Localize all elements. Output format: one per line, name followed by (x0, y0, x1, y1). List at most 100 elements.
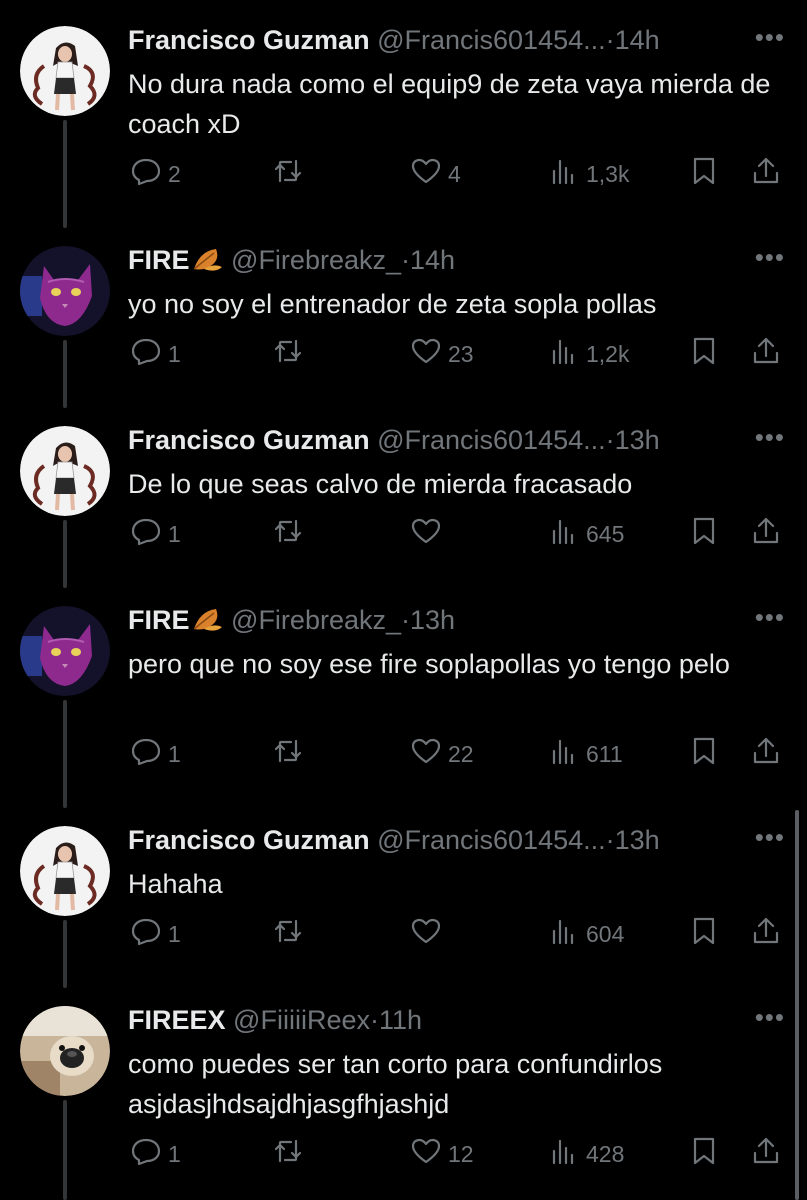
avatar[interactable] (20, 826, 110, 916)
views-count: 1,2k (586, 340, 630, 367)
views-count: 611 (586, 740, 623, 767)
user-handle[interactable]: @Firebreakz_ (231, 245, 401, 275)
reply-count: 1 (168, 520, 181, 547)
bookmark-icon (688, 515, 720, 553)
bookmark-button[interactable] (688, 334, 720, 374)
display-name[interactable]: Francisco Guzman (128, 25, 370, 55)
like-button[interactable] (410, 514, 448, 554)
heart-icon (410, 155, 442, 193)
reply-icon (130, 735, 162, 773)
bookmark-button[interactable] (688, 734, 720, 774)
timestamp[interactable]: 14h (410, 245, 455, 275)
bookmark-icon (688, 1135, 720, 1173)
reply-button[interactable]: 1 (130, 734, 181, 774)
fallen-leaf-emoji (193, 249, 222, 271)
views-button[interactable]: 1,2k (548, 334, 629, 374)
like-button[interactable]: 12 (410, 1134, 474, 1174)
tweet-header: Francisco Guzman @Francis601454...·14h (128, 20, 737, 60)
display-name[interactable]: FIREEX (128, 1005, 226, 1035)
heart-icon (410, 735, 442, 773)
tweet-header: FIRE @Firebreakz_·14h (128, 240, 737, 280)
more-options-icon[interactable]: ••• (755, 822, 785, 852)
user-handle[interactable]: @Firebreakz_ (231, 605, 401, 635)
retweet-button[interactable] (272, 734, 310, 774)
reply-button[interactable]: 1 (130, 334, 181, 374)
bookmark-icon (688, 155, 720, 193)
avatar[interactable] (20, 606, 110, 696)
like-button[interactable]: 4 (410, 154, 461, 194)
views-icon (548, 915, 580, 953)
avatar[interactable] (20, 1006, 110, 1096)
views-icon (548, 335, 580, 373)
display-name[interactable]: FIRE (128, 245, 190, 275)
share-icon (750, 335, 782, 373)
retweet-button[interactable] (272, 334, 310, 374)
share-button[interactable] (750, 734, 782, 774)
views-button[interactable]: 428 (548, 1134, 624, 1174)
share-button[interactable] (750, 334, 782, 374)
views-button[interactable]: 604 (548, 914, 624, 954)
timestamp[interactable]: 13h (615, 425, 660, 455)
retweet-button[interactable] (272, 914, 310, 954)
more-options-icon[interactable]: ••• (755, 602, 785, 632)
reply-button[interactable]: 1 (130, 514, 181, 554)
bookmark-icon (688, 915, 720, 953)
tweet-header: FIREEX @FiiiiiReex·11h (128, 1000, 737, 1040)
timestamp[interactable]: 11h (379, 1005, 422, 1035)
timestamp[interactable]: 13h (615, 825, 660, 855)
more-options-icon[interactable]: ••• (755, 422, 785, 452)
share-button[interactable] (750, 154, 782, 194)
separator-dot: · (605, 25, 615, 55)
separator-dot: · (605, 825, 615, 855)
bookmark-button[interactable] (688, 914, 720, 954)
tweet-text: yo no soy el entrenador de zeta sopla po… (128, 289, 657, 319)
more-options-icon[interactable]: ••• (755, 1002, 785, 1032)
retweet-button[interactable] (272, 1134, 310, 1174)
views-button[interactable]: 645 (548, 514, 624, 554)
avatar[interactable] (20, 246, 110, 336)
like-button[interactable] (410, 914, 448, 954)
bookmark-button[interactable] (688, 514, 720, 554)
avatar[interactable] (20, 426, 110, 516)
like-button[interactable]: 22 (410, 734, 474, 774)
views-button[interactable]: 611 (548, 734, 623, 774)
like-button[interactable]: 23 (410, 334, 474, 374)
bookmark-button[interactable] (688, 1134, 720, 1174)
retweet-button[interactable] (272, 514, 310, 554)
more-options-icon[interactable]: ••• (755, 22, 785, 52)
views-count: 604 (586, 920, 625, 947)
user-handle[interactable]: @Francis601454... (377, 825, 606, 855)
reply-icon (130, 155, 162, 193)
heart-icon (410, 915, 442, 953)
avatar[interactable] (20, 26, 110, 116)
views-icon (548, 515, 580, 553)
share-button[interactable] (750, 914, 782, 954)
share-button[interactable] (750, 514, 782, 554)
views-count: 645 (586, 520, 625, 547)
retweet-button[interactable] (272, 154, 310, 194)
timestamp[interactable]: 14h (615, 25, 660, 55)
more-options-icon[interactable]: ••• (755, 242, 785, 272)
retweet-icon (272, 915, 304, 953)
timestamp[interactable]: 13h (410, 605, 455, 635)
action-bar: 1 604 (0, 914, 807, 954)
reply-button[interactable]: 1 (130, 914, 181, 954)
views-icon (548, 735, 580, 773)
retweet-icon (272, 1135, 304, 1173)
reply-button[interactable]: 1 (130, 1134, 181, 1174)
bookmark-button[interactable] (688, 154, 720, 194)
user-handle[interactable]: @Francis601454... (377, 425, 606, 455)
user-handle[interactable]: @Francis601454... (377, 25, 606, 55)
reply-button[interactable]: 2 (130, 154, 181, 194)
action-bar: 1 12 428 (0, 1134, 807, 1174)
retweet-icon (272, 735, 304, 773)
share-button[interactable] (750, 1134, 782, 1174)
tweet-header: FIRE @Firebreakz_·13h (128, 600, 737, 640)
heart-icon (410, 1135, 442, 1173)
user-handle[interactable]: @FiiiiiReex (233, 1005, 370, 1035)
display-name[interactable]: Francisco Guzman (128, 425, 370, 455)
action-bar: 1 23 1,2k (0, 334, 807, 374)
display-name[interactable]: FIRE (128, 605, 190, 635)
views-button[interactable]: 1,3k (548, 154, 629, 194)
display-name[interactable]: Francisco Guzman (128, 825, 370, 855)
